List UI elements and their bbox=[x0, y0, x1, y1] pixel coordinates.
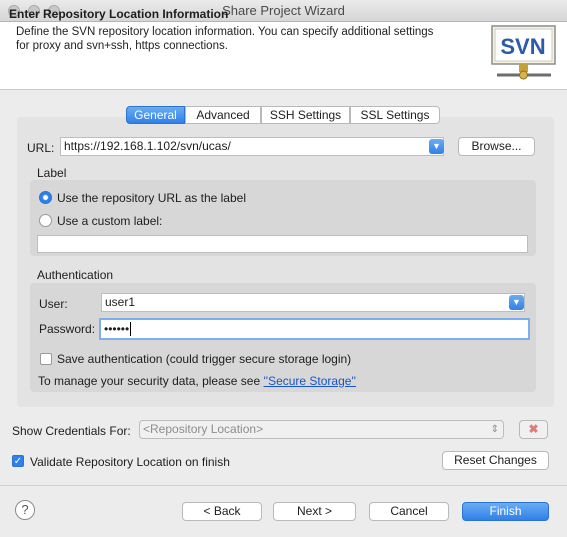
credentials-combo[interactable]: <Repository Location> ⇕ bbox=[139, 420, 504, 439]
wizard-page-title: Enter Repository Location Information bbox=[9, 7, 229, 21]
password-label: Password: bbox=[39, 322, 96, 336]
radio-use-repo-url-label: Use the repository URL as the label bbox=[57, 191, 246, 205]
password-input[interactable]: •••••• bbox=[99, 318, 530, 340]
url-combo[interactable]: https://192.168.1.102/svn/ucas/ bbox=[60, 137, 444, 156]
updown-arrows-icon: ⇕ bbox=[490, 424, 499, 435]
next-button[interactable]: Next > bbox=[273, 502, 356, 521]
secure-storage-link[interactable]: ''Secure Storage'' bbox=[263, 374, 356, 388]
secure-storage-text: To manage your security data, please see… bbox=[38, 374, 356, 388]
custom-label-input[interactable] bbox=[37, 235, 528, 253]
radio-use-custom-label-label: Use a custom label: bbox=[57, 214, 163, 228]
delete-x-icon: ✖ bbox=[528, 422, 539, 436]
finish-button[interactable]: Finish bbox=[462, 502, 549, 521]
url-value: https://192.168.1.102/svn/ucas/ bbox=[64, 139, 231, 153]
user-value: user1 bbox=[105, 295, 136, 309]
label-group-title: Label bbox=[37, 166, 67, 180]
secure-storage-prefix: To manage your security data, please see bbox=[38, 374, 261, 388]
password-value: •••••• bbox=[104, 322, 130, 336]
footer-separator bbox=[0, 485, 567, 486]
tab-general[interactable]: General bbox=[126, 106, 185, 124]
back-button[interactable]: < Back bbox=[182, 502, 262, 521]
url-dropdown-icon[interactable]: ▼ bbox=[429, 139, 444, 154]
save-auth-checkbox[interactable] bbox=[40, 353, 52, 365]
url-label: URL: bbox=[27, 141, 55, 155]
user-label: User: bbox=[39, 297, 68, 311]
delete-credentials-button[interactable]: ✖ bbox=[519, 420, 548, 439]
tab-ssl-settings[interactable]: SSL Settings bbox=[350, 106, 440, 124]
validate-checkbox[interactable]: ✓ bbox=[12, 455, 24, 467]
save-auth-label: Save authentication (could trigger secur… bbox=[57, 352, 352, 366]
help-icon[interactable]: ? bbox=[15, 500, 35, 520]
credentials-placeholder: <Repository Location> bbox=[143, 422, 264, 436]
auth-group-title: Authentication bbox=[37, 268, 114, 282]
svn-logo-icon: SVN bbox=[491, 25, 557, 85]
user-combo[interactable]: user1 bbox=[101, 293, 525, 312]
wizard-page-description: Define the SVN repository location infor… bbox=[16, 26, 434, 52]
radio-use-custom-label[interactable] bbox=[39, 214, 52, 227]
tab-ssh-settings[interactable]: SSH Settings bbox=[261, 106, 350, 124]
svn-logo-text: SVN bbox=[500, 34, 545, 59]
show-credentials-label: Show Credentials For: bbox=[12, 424, 131, 438]
tab-advanced[interactable]: Advanced bbox=[185, 106, 261, 124]
reset-changes-button[interactable]: Reset Changes bbox=[442, 451, 549, 470]
cancel-button[interactable]: Cancel bbox=[369, 502, 449, 521]
validate-label: Validate Repository Location on finish bbox=[30, 455, 230, 469]
radio-use-repo-url[interactable] bbox=[39, 191, 52, 204]
user-dropdown-icon[interactable]: ▼ bbox=[509, 295, 524, 310]
browse-button[interactable]: Browse... bbox=[458, 137, 535, 156]
